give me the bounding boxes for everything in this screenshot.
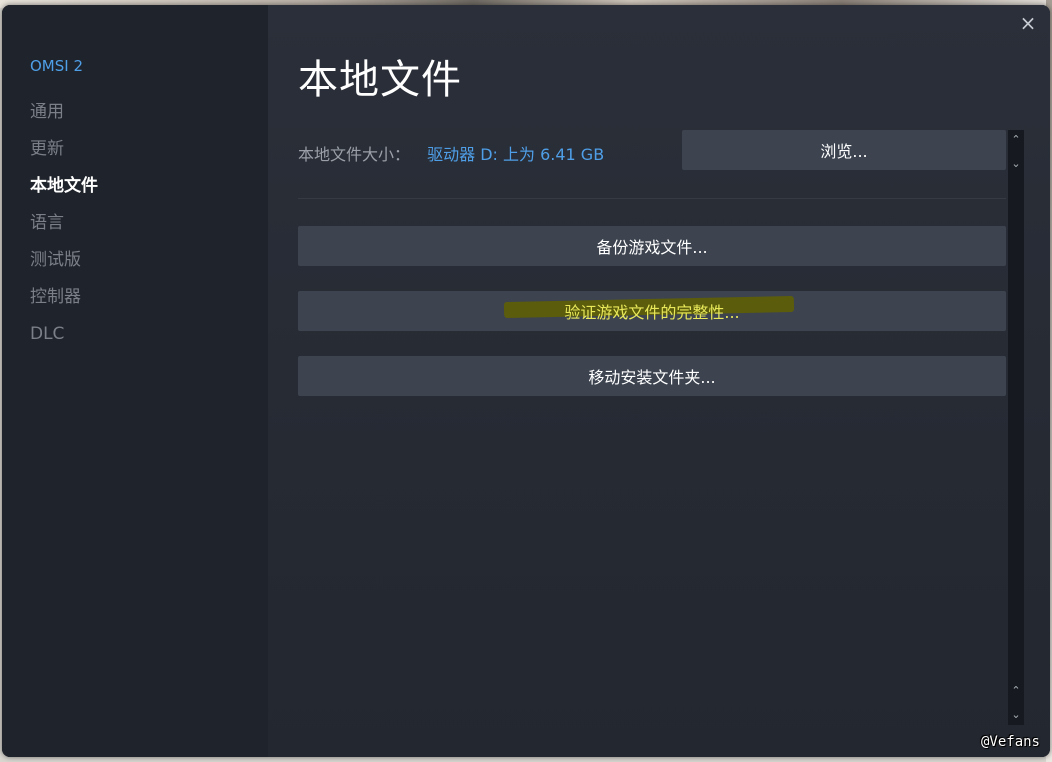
properties-window: OMSI 2 通用 更新 本地文件 语言 测试版 控制器 DLC 本地文件 本地…: [2, 5, 1050, 757]
size-label: 本地文件大小：: [298, 145, 411, 164]
scroll-up-icon[interactable]: ⌃: [1008, 683, 1024, 697]
verify-game-files-button[interactable]: 验证游戏文件的完整性...: [298, 291, 1006, 331]
size-value: 驱动器 D: 上为 6.41 GB: [427, 145, 605, 164]
sidebar-item-controller[interactable]: 控制器: [30, 285, 98, 322]
sidebar-item-local-files[interactable]: 本地文件: [30, 174, 98, 211]
backup-game-files-button[interactable]: 备份游戏文件...: [298, 226, 1006, 266]
move-install-folder-button[interactable]: 移动安装文件夹...: [298, 356, 1006, 396]
sidebar-item-language[interactable]: 语言: [30, 211, 98, 248]
main-panel: 本地文件 本地文件大小： 驱动器 D: 上为 6.41 GB 浏览... 备份游…: [268, 5, 1050, 757]
browse-button[interactable]: 浏览...: [682, 130, 1006, 170]
close-icon[interactable]: ×: [1016, 11, 1040, 35]
sidebar-item-dlc[interactable]: DLC: [30, 322, 98, 359]
divider: [298, 198, 1006, 199]
sidebar-item-general[interactable]: 通用: [30, 100, 98, 137]
scroll-down-icon[interactable]: ⌄: [1008, 707, 1024, 721]
verify-button-label: 验证游戏文件的完整性...: [564, 303, 740, 322]
local-file-size-row: 本地文件大小： 驱动器 D: 上为 6.41 GB: [298, 141, 604, 165]
scroll-down-icon[interactable]: ⌄: [1008, 156, 1024, 170]
sidebar-nav: 通用 更新 本地文件 语言 测试版 控制器 DLC: [30, 100, 98, 359]
watermark: @Vefans: [980, 734, 1040, 750]
game-title: OMSI 2: [30, 57, 84, 75]
sidebar-item-updates[interactable]: 更新: [30, 137, 98, 174]
sidebar-item-betas[interactable]: 测试版: [30, 248, 98, 285]
scrollbar[interactable]: ⌃ ⌄ ⌃ ⌄: [1008, 130, 1024, 725]
scroll-up-icon[interactable]: ⌃: [1008, 132, 1024, 146]
sidebar: OMSI 2 通用 更新 本地文件 语言 测试版 控制器 DLC: [2, 5, 268, 757]
page-title: 本地文件: [298, 57, 462, 103]
